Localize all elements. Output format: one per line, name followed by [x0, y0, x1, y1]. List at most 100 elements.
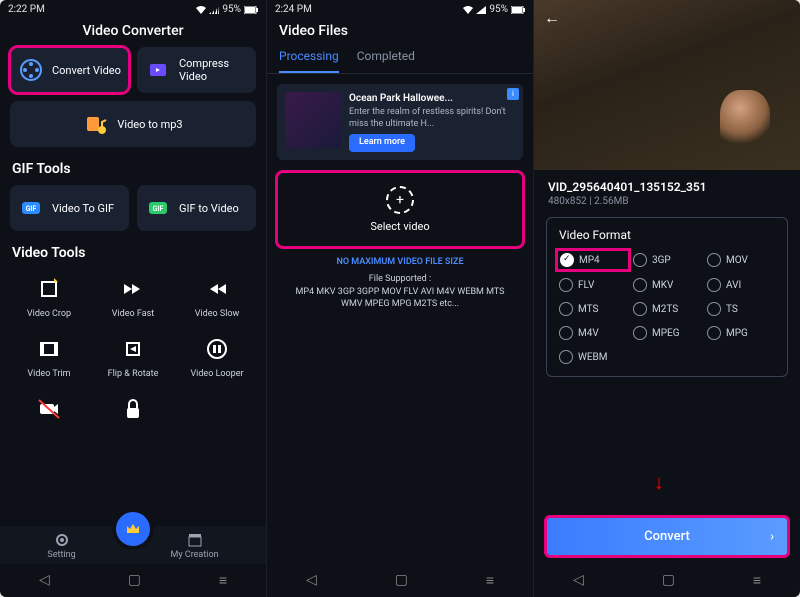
camera-off-icon — [33, 393, 65, 425]
bottom-nav: Setting My Creation — [0, 526, 266, 564]
svg-text:GIF: GIF — [153, 205, 164, 213]
format-option-mpeg[interactable]: MPEG — [633, 326, 701, 340]
radio-icon — [707, 253, 721, 267]
slow-icon — [201, 273, 233, 305]
video-tools-header: Video Tools — [0, 231, 266, 269]
rotate-icon — [117, 333, 149, 365]
video-crop-tool[interactable]: Video Crop — [10, 269, 88, 323]
video-resolution: 480x852 — [548, 196, 587, 207]
battery-pct: 95% — [489, 4, 508, 15]
back-key[interactable]: ◁ — [306, 572, 317, 589]
format-option-mpg[interactable]: MPG — [707, 326, 775, 340]
recent-key[interactable]: ≡ — [486, 572, 494, 589]
nav-my-creation[interactable]: My Creation — [170, 532, 218, 560]
recent-key[interactable]: ≡ — [753, 572, 761, 589]
clock: 2:22 PM — [8, 4, 45, 15]
plus-circle-icon: + — [386, 186, 414, 214]
svg-text:GIF: GIF — [26, 205, 37, 213]
format-label: MOV — [726, 255, 748, 266]
video-trim-tool[interactable]: Video Trim — [10, 329, 88, 383]
video-filename: VID_295640401_135152_351 — [534, 170, 800, 196]
system-nav: ◁ ▢ ≡ — [534, 564, 800, 597]
radio-icon — [633, 326, 647, 340]
tab-processing[interactable]: Processing — [279, 43, 339, 73]
format-option-avi[interactable]: AVI — [707, 278, 775, 292]
recent-key[interactable]: ≡ — [219, 572, 227, 589]
video-looper-tool[interactable]: Video Looper — [178, 329, 256, 383]
ad-learn-more-button[interactable]: Learn more — [349, 134, 415, 152]
format-option-mov[interactable]: MOV — [707, 252, 775, 268]
gif-to-video-card[interactable]: GIF GIF to Video — [137, 185, 256, 231]
radio-icon — [560, 253, 574, 267]
home-key[interactable]: ▢ — [662, 572, 675, 589]
wifi-icon — [196, 6, 206, 14]
ad-badge-icon[interactable]: i — [507, 88, 519, 100]
supported-label: File Supported : — [267, 273, 533, 286]
nav-setting[interactable]: Setting — [47, 532, 75, 560]
gif-to-video-label: GIF to Video — [179, 202, 239, 215]
format-option-m2ts[interactable]: M2TS — [633, 302, 701, 316]
video-to-gif-label: Video To GIF — [52, 202, 114, 215]
radio-icon — [633, 253, 647, 267]
app-title: Video Converter — [0, 17, 266, 47]
format-option-3gp[interactable]: 3GP — [633, 252, 701, 268]
format-option-m4v[interactable]: M4V — [559, 326, 627, 340]
status-bar: 2:22 PM 95% — [0, 0, 266, 17]
radio-icon — [559, 278, 573, 292]
select-video-button[interactable]: + Select video — [277, 172, 523, 247]
tabs: Processing Completed — [267, 43, 533, 74]
tool-label: Video Looper — [190, 369, 243, 379]
music-note-icon — [83, 111, 109, 137]
convert-video-card[interactable]: Convert Video — [10, 47, 129, 93]
format-header: Video Format — [559, 228, 775, 242]
person-in-car — [720, 90, 770, 150]
back-key[interactable]: ◁ — [39, 572, 50, 589]
video-to-mp3-card[interactable]: Video to mp3 — [10, 101, 256, 147]
format-option-flv[interactable]: FLV — [559, 278, 627, 292]
format-label: M4V — [578, 328, 599, 339]
loop-icon — [201, 333, 233, 365]
radio-icon — [707, 278, 721, 292]
clock: 2:24 PM — [275, 4, 312, 15]
format-option-mkv[interactable]: MKV — [633, 278, 701, 292]
system-nav: ◁ ▢ ≡ — [267, 564, 533, 597]
chevron-right-icon: › — [770, 529, 774, 544]
home-key[interactable]: ▢ — [128, 572, 141, 589]
convert-button[interactable]: Convert › — [546, 517, 788, 556]
tool-extra-1[interactable] — [10, 389, 88, 429]
annotation-arrow-down: ↓ — [654, 470, 664, 495]
radio-icon — [633, 302, 647, 316]
tab-completed[interactable]: Completed — [357, 43, 415, 73]
video-to-gif-card[interactable]: GIF Video To GIF — [10, 185, 129, 231]
fast-icon — [117, 273, 149, 305]
ad-banner[interactable]: Ocean Park Hallowee... Enter the realm o… — [277, 84, 523, 160]
video-meta: 480x8522.56MB — [534, 196, 800, 217]
lock-icon — [117, 393, 149, 425]
video-thumbnail: ← — [534, 0, 800, 170]
tool-label: Flip & Rotate — [108, 369, 159, 379]
flip-rotate-tool[interactable]: Flip & Rotate — [94, 329, 172, 383]
format-label: WEBM — [578, 352, 608, 363]
tool-extra-2[interactable] — [94, 389, 172, 429]
ad-title: Ocean Park Hallowee... — [349, 92, 515, 105]
video-slow-tool[interactable]: Video Slow — [178, 269, 256, 323]
radio-icon — [559, 302, 573, 316]
fab-crown[interactable] — [116, 512, 150, 546]
video-fast-tool[interactable]: Video Fast — [94, 269, 172, 323]
system-nav: ◁ ▢ ≡ — [0, 564, 266, 597]
radio-icon — [707, 302, 721, 316]
format-option-ts[interactable]: TS — [707, 302, 775, 316]
back-arrow-icon[interactable]: ← — [544, 8, 560, 28]
wifi-icon — [463, 6, 473, 14]
clapper-icon — [187, 532, 203, 548]
radio-icon — [633, 278, 647, 292]
nav-label: My Creation — [170, 550, 218, 560]
format-option-mp4[interactable]: MP4 — [559, 252, 627, 268]
format-label: 3GP — [652, 255, 671, 266]
home-key[interactable]: ▢ — [395, 572, 408, 589]
format-option-webm[interactable]: WEBM — [559, 350, 627, 364]
compress-video-card[interactable]: Compress Video — [137, 47, 256, 93]
format-option-mts[interactable]: MTS — [559, 302, 627, 316]
back-key[interactable]: ◁ — [573, 572, 584, 589]
gif-tools-header: GIF Tools — [0, 147, 266, 185]
